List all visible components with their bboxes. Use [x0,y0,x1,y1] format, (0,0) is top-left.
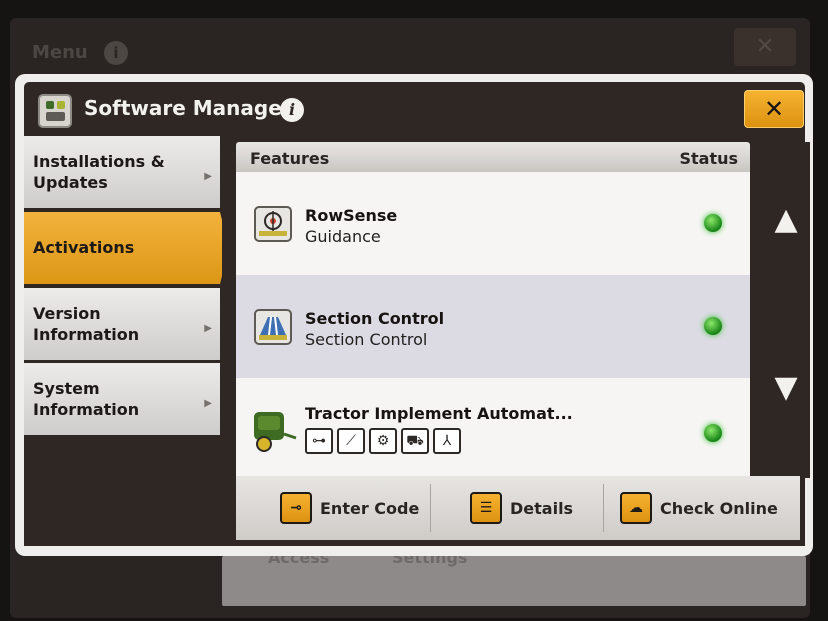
details-button[interactable]: ☰ Details [470,476,573,540]
document-icon: ☰ [470,492,502,524]
check-online-button[interactable]: ☁ Check Online [620,476,778,540]
status-indicator-active [704,424,722,442]
check-online-label: Check Online [660,498,778,518]
divider [430,484,431,532]
chevron-right-icon: ▶ [204,323,212,334]
action-bar: ⊸ Enter Code ☰ Details ☁ Check Online [236,476,800,540]
scroll-down-button[interactable]: ▼ [762,310,810,478]
key-icon: ⊸ [280,492,312,524]
features-panel: Features Status RowSense Guidance Sectio… [222,136,810,546]
sidebar-item-system-information[interactable]: System Information ▶ [24,363,220,435]
details-label: Details [510,498,574,518]
status-indicator-active [704,317,722,335]
implement-steering-icon: ⅄ [433,428,461,454]
close-icon: ✕ [763,95,785,123]
divider [603,484,604,532]
dialog-titlebar: Software Manager i ✕ [24,82,805,137]
arrow-up-icon: ▲ [774,202,798,237]
sidebar-item-label: Version Information [33,304,140,344]
implement-tractor-icon: ⛟ [401,428,429,454]
chevron-right-icon: ▶ [204,171,212,182]
sidebar-item-activations[interactable]: Activations [24,212,229,284]
background-info-icon: i [104,41,128,65]
baler-icon [250,408,298,454]
rowsense-icon [254,206,292,242]
background-menu-title: Menu [32,42,88,63]
feature-name: Tractor Implement Automat... [305,404,573,423]
features-table-header: Features Status [236,142,750,172]
features-list[interactable]: RowSense Guidance Section Control Sectio… [236,172,750,476]
scroll-up-button[interactable]: ▲ [762,142,810,310]
feature-description: Section Control [305,330,428,349]
background-close-icon: ✕ [734,28,796,66]
cloud-upload-icon: ☁ [620,492,652,524]
feature-name: Section Control [305,309,445,328]
sidebar-item-label: System Information [33,379,140,419]
software-manager-app-icon [38,94,72,128]
sidebar-item-label: Installations & Updates [33,152,165,192]
feature-row-section-control[interactable]: Section Control Section Control [236,275,750,378]
close-button[interactable]: ✕ [744,90,804,128]
feature-description: Guidance [305,227,381,246]
section-control-icon [254,309,292,345]
info-icon[interactable]: i [280,98,304,122]
implement-hitch-icon: ⊶ [305,428,333,454]
sidebar-item-label: Activations [33,238,135,257]
sidebar-item-installations-updates[interactable]: Installations & Updates ▶ [24,136,220,208]
implement-gear-icon: ⚙ [369,428,397,454]
enter-code-button[interactable]: ⊸ Enter Code [280,476,419,540]
status-column-header: Status [679,149,738,168]
status-indicator-active [704,214,722,232]
enter-code-label: Enter Code [320,498,420,518]
feature-row-tractor-implement-automation[interactable]: Tractor Implement Automat... ⊶ ⟋ ⚙ ⛟ ⅄ [236,378,750,476]
feature-name: RowSense [305,206,398,225]
software-manager-dialog: Software Manager i ✕ Installations & Upd… [15,74,813,556]
arrow-down-icon: ▼ [774,370,798,405]
implement-blade-icon: ⟋ [337,428,365,454]
features-column-header: Features [250,149,330,168]
feature-row-rowsense[interactable]: RowSense Guidance [236,172,750,275]
sidebar: Installations & Updates ▶ Activations Ve… [24,136,229,546]
chevron-right-icon: ▶ [204,398,212,409]
dialog-title: Software Manager [84,96,292,120]
sidebar-item-version-information[interactable]: Version Information ▶ [24,288,220,360]
